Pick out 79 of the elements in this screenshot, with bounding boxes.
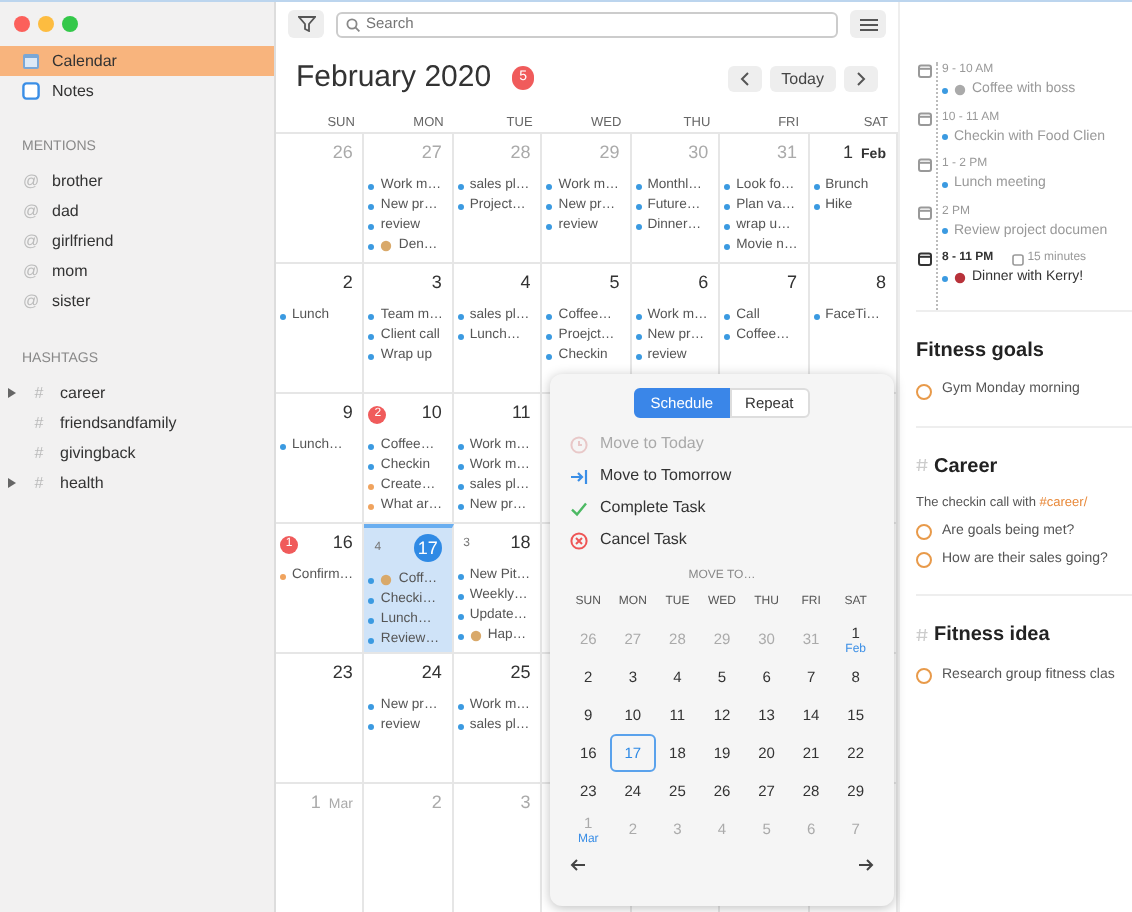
- day-number: 3: [520, 790, 531, 817]
- day-number: 25: [510, 660, 531, 687]
- day-number: 27: [421, 140, 442, 167]
- day-number: 2: [342, 270, 353, 297]
- previous-button[interactable]: [727, 65, 762, 91]
- at-icon: @: [22, 260, 40, 284]
- sidebar-item[interactable]: @ sister: [0, 287, 274, 317]
- sidebar-item[interactable]: # givingback: [0, 438, 274, 468]
- calendar-icon: [22, 52, 40, 70]
- sidebar-item[interactable]: @ girlfriend: [0, 227, 274, 257]
- hash-icon: #: [30, 381, 48, 405]
- event-dot: [942, 181, 948, 188]
- day-number: 10: [421, 400, 442, 427]
- day-number: 31: [777, 140, 798, 167]
- day-number: 6: [698, 270, 709, 297]
- note-heading: Career: [934, 455, 998, 477]
- day-number: 23: [332, 660, 353, 687]
- hash-icon: #: [30, 471, 48, 495]
- day-number: 2: [431, 790, 442, 817]
- day-number: 18: [510, 530, 531, 557]
- month-title: February 2020: [296, 57, 492, 98]
- sidebar-item[interactable]: # career: [0, 378, 274, 408]
- event-dot: [942, 87, 948, 94]
- note-heading: Fitness goals: [916, 339, 1044, 361]
- search-icon: [346, 17, 360, 31]
- hash-icon: #: [30, 441, 48, 465]
- sidebar-item[interactable]: # friendsandfamily: [0, 408, 274, 438]
- alarm-icon: [1011, 253, 1024, 265]
- day-number: 8: [875, 270, 886, 297]
- today-button[interactable]: Today: [769, 65, 836, 91]
- checkmark-icon: [570, 499, 588, 518]
- menu-item[interactable]: Cancel Task: [566, 524, 878, 557]
- at-icon: @: [22, 230, 40, 254]
- filter-button[interactable]: [288, 10, 324, 38]
- menu-icon: [859, 17, 877, 31]
- chevron-left-icon: [739, 71, 750, 86]
- sidebar-item[interactable]: @ brother: [0, 167, 274, 197]
- sidebar-item[interactable]: @ dad: [0, 197, 274, 227]
- day-number: 1: [843, 140, 854, 167]
- cancel-icon: [570, 531, 588, 550]
- menu-item[interactable]: Complete Task: [566, 492, 878, 525]
- day-number: 3: [431, 270, 442, 297]
- sidebar-item[interactable]: @ mom: [0, 257, 274, 287]
- chevron-right-icon: [856, 71, 866, 86]
- arrow-right-icon: [858, 858, 874, 873]
- at-icon: @: [22, 200, 40, 224]
- arrow-to-bar-icon: [570, 467, 588, 486]
- at-icon: @: [22, 290, 40, 314]
- menu-button[interactable]: [850, 10, 886, 38]
- note-icon: [22, 82, 40, 100]
- day-number: 24: [421, 660, 442, 687]
- note-heading: Fitness idea: [934, 624, 1050, 647]
- event-dot: [942, 134, 948, 141]
- day-number: 1: [310, 790, 321, 817]
- menu-item[interactable]: Move to Tomorrow: [566, 460, 878, 493]
- disclosure-icon[interactable]: [8, 388, 16, 398]
- hash-icon: #: [30, 411, 48, 435]
- filter-icon: [297, 16, 315, 32]
- arrow-left-icon: [570, 858, 586, 873]
- day-number: 5: [609, 270, 620, 297]
- clock-icon: [570, 435, 588, 454]
- day-number: 28: [510, 140, 531, 167]
- day-number: 30: [688, 140, 709, 167]
- event-dot: [942, 275, 948, 282]
- day-number: 9: [342, 400, 353, 427]
- at-icon: @: [22, 170, 40, 194]
- next-button[interactable]: [844, 65, 878, 91]
- sidebar-item[interactable]: Notes: [0, 76, 274, 106]
- disclosure-icon[interactable]: [8, 478, 16, 488]
- day-number: 7: [787, 270, 798, 297]
- day-number: 11: [511, 400, 531, 427]
- day-number: 29: [599, 140, 620, 167]
- day-number: 17: [413, 534, 442, 562]
- day-number: 26: [332, 140, 353, 167]
- day-number: 4: [520, 270, 531, 297]
- sidebar-item[interactable]: # health: [0, 468, 274, 498]
- event-dot: [942, 228, 948, 235]
- day-number: 16: [332, 530, 353, 557]
- sidebar-item[interactable]: Calendar: [0, 46, 274, 76]
